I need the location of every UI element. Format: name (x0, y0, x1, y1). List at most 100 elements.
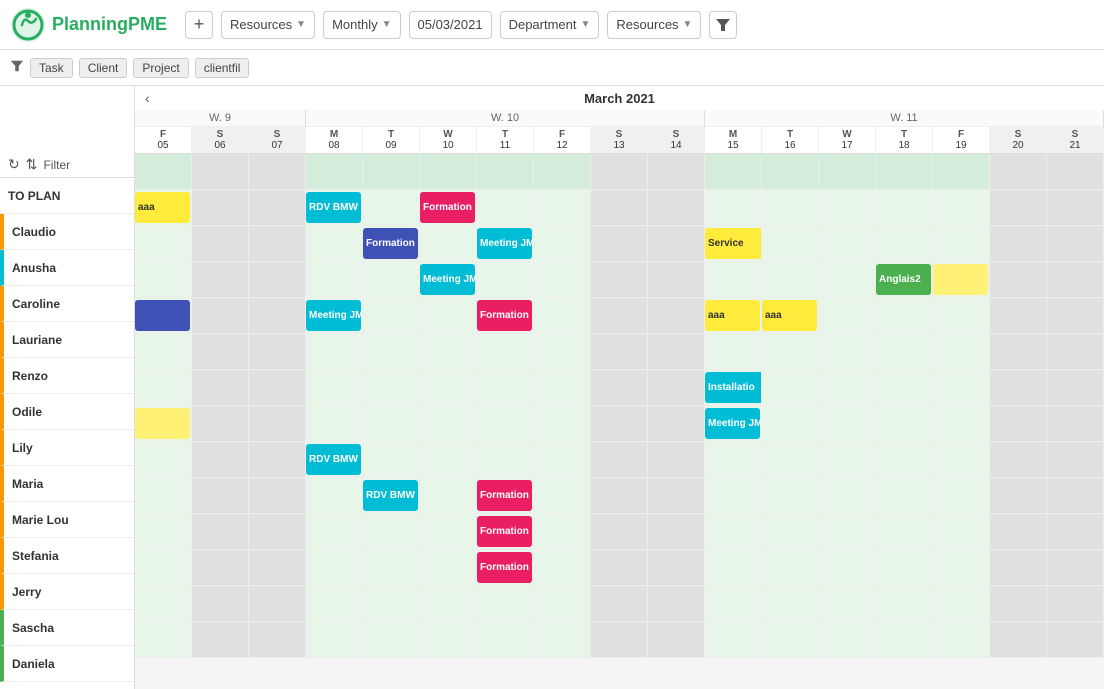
calendar-cell[interactable] (363, 406, 420, 441)
calendar-cell[interactable]: Formation (477, 550, 534, 585)
calendar-cell[interactable] (762, 262, 819, 297)
calendar-cell[interactable] (591, 442, 648, 477)
event-block[interactable]: Formation (477, 480, 532, 511)
filter-tag-project[interactable]: Project (133, 58, 188, 78)
calendar-cell[interactable] (705, 550, 762, 585)
calendar-cell[interactable] (534, 622, 591, 657)
calendar-cell[interactable] (876, 334, 933, 369)
calendar-cell[interactable] (705, 586, 762, 621)
calendar-cell[interactable]: aaa (135, 190, 192, 225)
event-block[interactable]: Meeting JMC (306, 300, 361, 331)
calendar-cell[interactable] (534, 406, 591, 441)
calendar-cell[interactable] (933, 586, 990, 621)
calendar-cell[interactable] (420, 550, 477, 585)
calendar-cell[interactable] (534, 298, 591, 333)
calendar-cell[interactable] (534, 226, 591, 261)
calendar-cell[interactable] (363, 586, 420, 621)
calendar-cell[interactable] (876, 442, 933, 477)
calendar-cell[interactable] (306, 226, 363, 261)
calendar-cell[interactable] (363, 370, 420, 405)
calendar-cell[interactable] (249, 442, 306, 477)
calendar-cell[interactable] (876, 514, 933, 549)
calendar-cell[interactable] (933, 406, 990, 441)
calendar-cell[interactable] (249, 298, 306, 333)
calendar-cell[interactable] (192, 190, 249, 225)
calendar-cell[interactable] (990, 550, 1047, 585)
calendar-cell[interactable] (819, 514, 876, 549)
calendar-cell[interactable] (1047, 262, 1104, 297)
calendar-cell[interactable] (249, 478, 306, 513)
calendar-cell[interactable] (762, 622, 819, 657)
calendar-cell[interactable] (762, 586, 819, 621)
calendar-cell[interactable] (192, 262, 249, 297)
event-block[interactable]: Formation (477, 300, 532, 331)
monthly-dropdown[interactable]: Monthly ▼ (323, 11, 400, 39)
calendar-cell[interactable]: Meeting JMC (306, 298, 363, 333)
calendar-cell[interactable] (306, 622, 363, 657)
calendar-cell[interactable] (135, 334, 192, 369)
calendar-cell[interactable] (990, 370, 1047, 405)
calendar-cell[interactable] (420, 622, 477, 657)
calendar-cell[interactable] (933, 442, 990, 477)
calendar-cell[interactable] (420, 586, 477, 621)
calendar-cell[interactable] (135, 514, 192, 549)
date-dropdown[interactable]: 05/03/2021 (409, 11, 492, 39)
calendar-cell[interactable] (819, 226, 876, 261)
calendar-cell[interactable] (249, 406, 306, 441)
calendar-cell[interactable] (933, 190, 990, 225)
calendar-cell[interactable] (819, 406, 876, 441)
calendar-cell[interactable] (363, 154, 420, 189)
nav-left-button[interactable]: ‹ (139, 88, 156, 108)
sort-button[interactable]: ⇅ (26, 156, 38, 173)
calendar-cell[interactable] (933, 622, 990, 657)
calendar-cell[interactable] (819, 262, 876, 297)
calendar-cell[interactable]: Formation (477, 514, 534, 549)
calendar-cell[interactable] (363, 622, 420, 657)
filter-tag-clientfil[interactable]: clientfil (195, 58, 250, 78)
calendar-cell[interactable] (933, 514, 990, 549)
calendar-cell[interactable] (477, 586, 534, 621)
calendar-cell[interactable] (990, 586, 1047, 621)
calendar-cell[interactable] (933, 262, 990, 297)
calendar-cell[interactable]: RDV BMW (363, 478, 420, 513)
calendar-cell[interactable] (819, 550, 876, 585)
calendar-cell[interactable] (819, 334, 876, 369)
calendar-cell[interactable] (819, 370, 876, 405)
calendar-cell[interactable] (135, 478, 192, 513)
calendar-cell[interactable]: Formation (477, 298, 534, 333)
calendar-cell[interactable] (762, 226, 819, 261)
calendar-cell[interactable] (192, 514, 249, 549)
calendar-cell[interactable] (819, 190, 876, 225)
event-block[interactable] (135, 300, 190, 331)
calendar-cell[interactable] (249, 226, 306, 261)
calendar-cell[interactable]: aaa (705, 298, 762, 333)
calendar-cell[interactable] (819, 586, 876, 621)
calendar-cell[interactable] (249, 370, 306, 405)
add-button[interactable]: + (185, 11, 213, 39)
calendar-cell[interactable] (192, 622, 249, 657)
calendar-cell[interactable]: Meeting JMC (705, 406, 762, 441)
calendar-cell[interactable] (477, 622, 534, 657)
calendar-cell[interactable] (249, 334, 306, 369)
department-dropdown[interactable]: Department ▼ (500, 11, 600, 39)
calendar-cell[interactable] (135, 226, 192, 261)
calendar-cell[interactable] (648, 154, 705, 189)
calendar-cell[interactable] (648, 514, 705, 549)
calendar-cell[interactable] (420, 370, 477, 405)
calendar-cell[interactable] (363, 190, 420, 225)
calendar-cell[interactable] (762, 550, 819, 585)
calendar-cell[interactable] (420, 406, 477, 441)
calendar-cell[interactable] (591, 226, 648, 261)
calendar-cell[interactable] (249, 550, 306, 585)
calendar-cell[interactable] (591, 190, 648, 225)
calendar-cell[interactable] (648, 334, 705, 369)
calendar-cell[interactable] (249, 622, 306, 657)
calendar-cell[interactable] (135, 298, 192, 333)
calendar-cell[interactable] (876, 190, 933, 225)
calendar-cell[interactable] (249, 262, 306, 297)
calendar-cell[interactable] (1047, 370, 1104, 405)
calendar-cell[interactable] (876, 226, 933, 261)
calendar-cell[interactable] (762, 442, 819, 477)
calendar-cell[interactable] (477, 442, 534, 477)
calendar-cell[interactable] (477, 406, 534, 441)
